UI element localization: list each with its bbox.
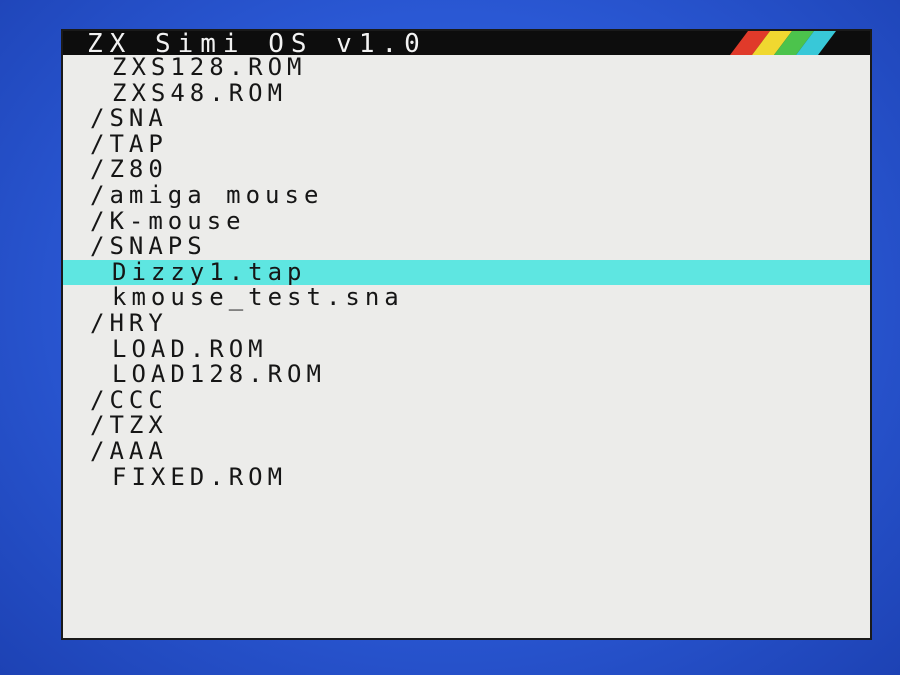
list-item[interactable]: /SNAPS — [63, 232, 870, 261]
list-item[interactable]: LOAD.ROM — [63, 334, 870, 363]
list-item[interactable]: ZXS128.ROM — [63, 53, 870, 81]
list-item-label: /K-mouse — [90, 206, 246, 235]
list-item[interactable]: /HRY — [63, 308, 870, 337]
list-item[interactable]: /TAP — [63, 129, 870, 158]
list-item-label: /TZX — [90, 411, 168, 440]
list-item-label: /HRY — [90, 308, 168, 337]
file-list: ZXS128.ROM ZXS48.ROM /SNA /TAP /Z80 /ami… — [63, 53, 870, 491]
list-item-selected[interactable]: Dizzy1.tap — [63, 257, 870, 286]
list-item-label: Dizzy1.tap — [112, 257, 307, 286]
list-item[interactable]: /SNA — [63, 104, 870, 133]
list-item[interactable]: /CCC — [63, 385, 870, 414]
list-item-label: /AAA — [90, 436, 168, 465]
list-item[interactable]: LOAD128.ROM — [63, 360, 870, 389]
window-title: ZX Simi OS v1.0 — [87, 31, 427, 55]
list-item[interactable]: /amiga mouse — [63, 180, 870, 209]
list-item-label: ZXS128.ROM — [112, 53, 307, 81]
list-item[interactable]: /AAA — [63, 436, 870, 465]
file-browser-window: ZX Simi OS v1.0 ZXS128.ROM ZXS48.ROM /SN… — [61, 29, 872, 640]
list-item[interactable]: FIXED.ROM — [63, 462, 870, 491]
list-item-label: /TAP — [90, 129, 168, 158]
list-item-label: LOAD128.ROM — [112, 360, 326, 389]
list-item-label: ZXS48.ROM — [112, 78, 288, 107]
list-item[interactable]: /K-mouse — [63, 206, 870, 235]
list-item-label: /Z80 — [90, 155, 168, 184]
list-item-label: /CCC — [90, 385, 168, 414]
list-item-label: kmouse_test.sna — [112, 283, 404, 312]
list-item[interactable]: /TZX — [63, 413, 870, 439]
list-item[interactable]: /Z80 — [63, 157, 870, 183]
list-item[interactable]: kmouse_test.sna — [63, 285, 870, 311]
list-item-label: /SNAPS — [90, 232, 207, 261]
list-item-label: LOAD.ROM — [112, 334, 268, 363]
list-item-label: /amiga mouse — [90, 180, 324, 209]
spectrum-stripes-logo — [730, 31, 836, 55]
title-bar: ZX Simi OS v1.0 — [63, 31, 870, 55]
list-item[interactable]: ZXS48.ROM — [63, 78, 870, 107]
list-item-label: /SNA — [90, 104, 168, 133]
list-item-label: FIXED.ROM — [112, 462, 288, 491]
